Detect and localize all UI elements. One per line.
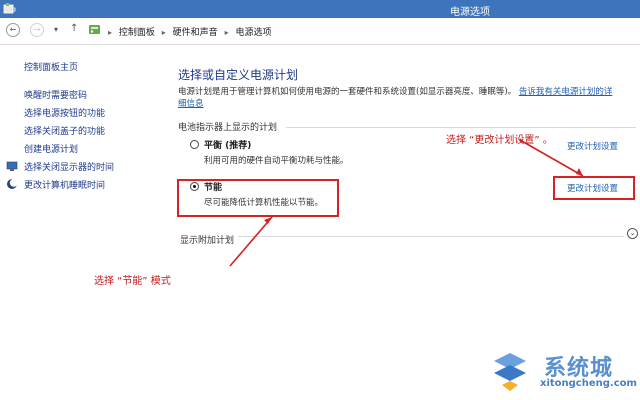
- description-text: 电源计划是用于管理计算机如何使用电源的一套硬件和系统设置(如显示器亮度、睡眠等)…: [178, 87, 517, 97]
- change-settings-highlight-box: [553, 176, 635, 200]
- expander-divider: [238, 236, 624, 237]
- page-title: 选择或自定义电源计划: [178, 68, 299, 82]
- recent-pages-dropdown[interactable]: ▾: [54, 25, 58, 34]
- section-label: 电池指示器上显示的计划: [178, 123, 278, 133]
- moon-icon: [7, 178, 18, 189]
- annotation-power-saver: 选择 “节能” 模式: [94, 276, 171, 287]
- plan-balanced-settings-link[interactable]: 更改计划设置: [567, 140, 618, 152]
- main-content: 选择或自定义电源计划 电源计划是用于管理计算机如何使用电源的一套硬件和系统设置(…: [178, 44, 640, 400]
- section-divider: [286, 127, 636, 128]
- breadcrumb-separator: ▸: [161, 28, 166, 37]
- watermark-url: xitongcheng.com: [540, 378, 637, 389]
- plan-balanced-radio[interactable]: [190, 140, 199, 149]
- back-button[interactable]: ←: [6, 23, 20, 37]
- breadcrumb-hardware-sound[interactable]: 硬件和声音: [173, 28, 218, 38]
- breadcrumb-separator: ▸: [108, 28, 113, 37]
- sidebar-item-lid-close[interactable]: 选择关闭盖子的功能: [24, 124, 105, 137]
- control-panel-icon: [89, 25, 100, 34]
- plan-balanced-desc: 利用可用的硬件自动平衡功耗与性能。: [204, 156, 349, 166]
- monitor-icon: [6, 161, 18, 171]
- annotation-change-settings: 选择 “更改计划设置” 。: [446, 135, 553, 146]
- breadcrumb-separator: ▸: [224, 28, 229, 37]
- sidebar: 控制面板主页 唤醒时需要密码 选择电源按钮的功能 选择关闭盖子的功能 创建电源计…: [0, 44, 160, 400]
- breadcrumb-control-panel[interactable]: 控制面板: [119, 28, 155, 38]
- sidebar-item-create-plan[interactable]: 创建电源计划: [24, 142, 78, 155]
- watermark-logo-icon: [494, 353, 526, 391]
- show-additional-plans[interactable]: 显示附加计划: [180, 233, 234, 246]
- window-title: 电源选项: [450, 7, 490, 18]
- chevron-down-icon[interactable]: ⌄: [627, 228, 638, 239]
- title-bar: 电源选项: [0, 0, 640, 18]
- plan-balanced-name: 平衡 (推荐): [204, 141, 252, 151]
- sidebar-item-wake-password[interactable]: 唤醒时需要密码: [24, 88, 87, 101]
- forward-button[interactable]: →: [30, 23, 44, 37]
- sidebar-item-display-off[interactable]: 选择关闭显示器的时间: [24, 160, 114, 173]
- sidebar-item-sleep-time[interactable]: 更改计算机睡眠时间: [24, 178, 105, 191]
- breadcrumb-power-options[interactable]: 电源选项: [235, 28, 271, 38]
- breadcrumb: ▸ 控制面板 ▸ 硬件和声音 ▸ 电源选项: [104, 25, 271, 38]
- page-description: 电源计划是用于管理计算机如何使用电源的一套硬件和系统设置(如显示器亮度、睡眠等)…: [178, 86, 618, 110]
- address-bar: ← → ▾ ↑ ▸ 控制面板 ▸ 硬件和声音 ▸ 电源选项: [0, 18, 640, 45]
- power-saver-highlight-box: [177, 179, 339, 217]
- sidebar-home-link[interactable]: 控制面板主页: [24, 60, 78, 73]
- up-button[interactable]: ↑: [70, 23, 78, 34]
- sidebar-item-power-button[interactable]: 选择电源按钮的功能: [24, 106, 105, 119]
